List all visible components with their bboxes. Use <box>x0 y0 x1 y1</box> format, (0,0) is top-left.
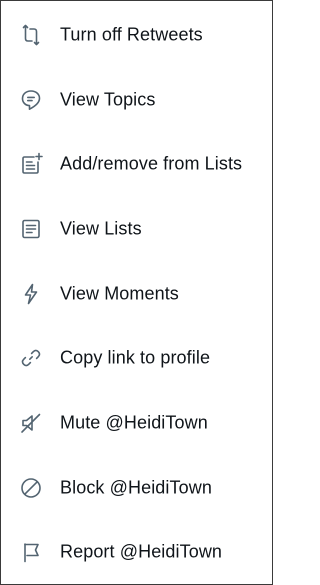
menu-item-label: Copy link to profile <box>60 347 211 368</box>
menu-item-label: Add/remove from Lists <box>60 153 243 174</box>
menu-item-view-moments[interactable]: View Moments <box>1 274 272 314</box>
menu-item-label: View Moments <box>60 283 179 304</box>
lists-icon <box>19 217 43 241</box>
retweet-icon <box>19 23 43 47</box>
menu-item-block[interactable]: Block @HeidiTown <box>1 468 272 508</box>
flag-icon <box>19 540 43 564</box>
menu-item-mute[interactable]: Mute @HeidiTown <box>1 403 272 443</box>
link-icon <box>19 346 43 370</box>
menu-item-label: Block @HeidiTown <box>60 477 212 498</box>
moments-icon <box>19 282 43 306</box>
menu-item-view-topics[interactable]: View Topics <box>1 80 272 120</box>
menu-item-copy-link[interactable]: Copy link to profile <box>1 338 272 378</box>
menu-item-label: Mute @HeidiTown <box>60 412 208 433</box>
mute-icon <box>19 411 43 435</box>
menu-item-turn-off-retweets[interactable]: Turn off Retweets <box>1 15 272 55</box>
menu-item-add-remove-lists[interactable]: Add/remove from Lists <box>1 144 272 184</box>
topics-icon <box>19 88 43 112</box>
menu-item-label: View Lists <box>60 218 142 239</box>
menu-item-report[interactable]: Report @HeidiTown <box>1 532 272 572</box>
menu-item-label: Report @HeidiTown <box>60 541 223 562</box>
block-icon <box>19 476 43 500</box>
menu-item-label: View Topics <box>60 89 156 110</box>
menu-item-view-lists[interactable]: View Lists <box>1 209 272 249</box>
profile-overflow-menu: Turn off Retweets View Topics Add/remove… <box>0 0 273 585</box>
list-add-icon <box>19 152 43 176</box>
menu-item-label: Turn off Retweets <box>60 24 203 45</box>
